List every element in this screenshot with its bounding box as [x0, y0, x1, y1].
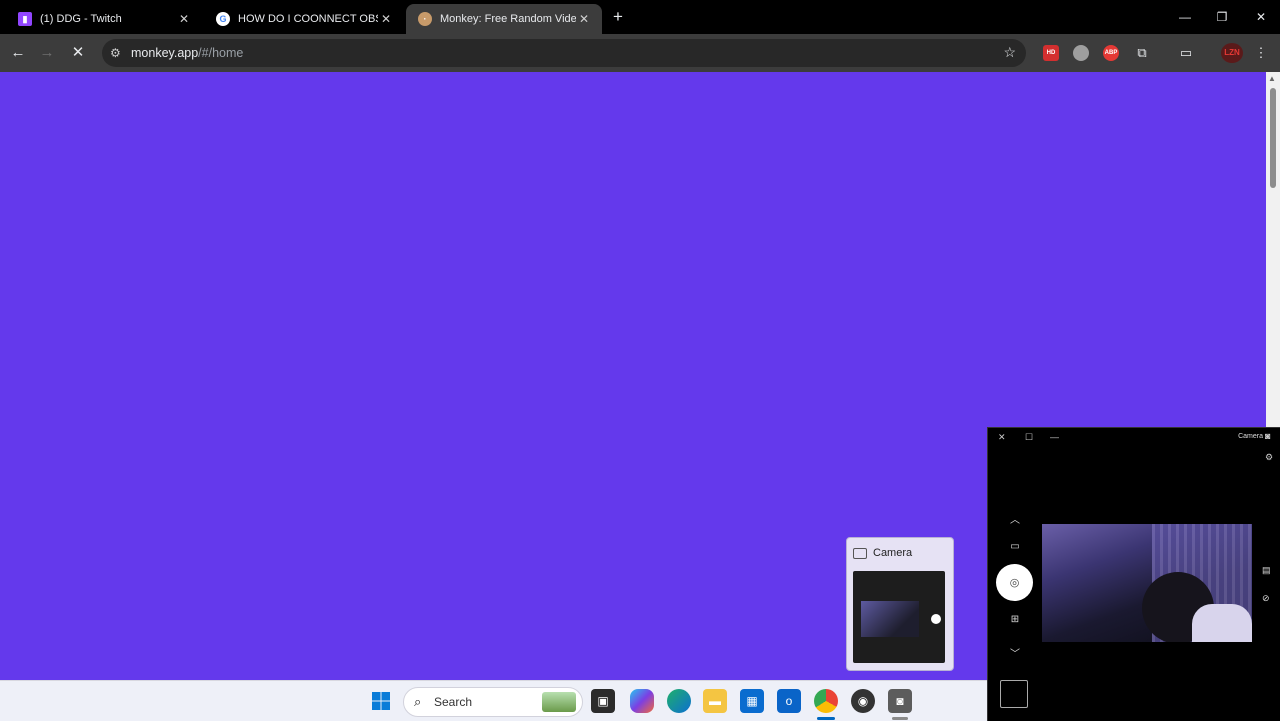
address-url[interactable]: monkey.app/#/home: [131, 46, 243, 60]
camera-app-icon: ◙: [1265, 431, 1271, 441]
adblock-extension-icon[interactable]: ABP: [1103, 45, 1119, 61]
camera-preview-popup[interactable]: Camera: [846, 537, 954, 671]
url-path: /#/home: [198, 46, 244, 60]
google-icon: G: [216, 12, 230, 26]
tab-title: HOW DO I COONNECT OBS STI: [238, 13, 378, 25]
search-placeholder: Search: [434, 695, 473, 709]
camera-off-icon[interactable]: ⊘: [1262, 593, 1270, 604]
camera-icon: ◎: [1009, 577, 1020, 589]
close-icon[interactable]: ✕: [576, 12, 592, 26]
outlook-icon[interactable]: o: [777, 689, 801, 713]
close-icon[interactable]: ✕: [378, 12, 394, 26]
scrollbar-thumb[interactable]: [1270, 88, 1276, 188]
restore-icon[interactable]: ❐: [1209, 6, 1235, 28]
edge-icon[interactable]: [667, 689, 691, 713]
hd-extension-icon[interactable]: HD: [1043, 45, 1059, 61]
chevron-down-icon[interactable]: ﹀: [1008, 645, 1022, 660]
camera-window-title: Camera: [1238, 433, 1263, 440]
new-tab-button[interactable]: +: [608, 7, 628, 27]
tab-title: Monkey: Free Random Video C: [440, 13, 576, 25]
minimize-icon[interactable]: —: [1172, 6, 1198, 28]
site-settings-icon[interactable]: ⚙: [110, 46, 121, 60]
twitch-icon: ▮: [18, 12, 32, 26]
preview-video: [861, 601, 919, 637]
preview-shutter: [931, 614, 941, 624]
photo-shutter-button[interactable]: ◎: [996, 564, 1033, 601]
camera-window: ✕ ☐ — Camera ◙ ⚙ ︿ ▭ ◎ ⊞ ﹀ ▤ ⊘: [987, 427, 1280, 721]
menu-kebab-icon[interactable]: ⋮: [1251, 43, 1271, 63]
qr-scan-icon[interactable]: ⊞: [1008, 614, 1022, 625]
framing-icon[interactable]: ▤: [1262, 565, 1271, 576]
camera-preview-thumbnail[interactable]: [853, 571, 945, 663]
cast-search-icon[interactable]: ▭: [1176, 43, 1196, 63]
url-host: monkey.app: [131, 46, 199, 60]
extensions-puzzle-icon[interactable]: ⧉: [1132, 43, 1152, 63]
tab-monkey[interactable]: · Monkey: Free Random Video C ✕: [406, 4, 602, 34]
address-bar[interactable]: ⚙ monkey.app/#/home ☆: [102, 39, 1026, 67]
copilot-icon[interactable]: [630, 689, 654, 713]
search-icon: ⌕: [414, 694, 422, 709]
video-mode-icon[interactable]: ▭: [1008, 541, 1022, 552]
forward-arrow-icon[interactable]: →: [37, 43, 57, 63]
obs-studio-icon[interactable]: ◉: [851, 689, 875, 713]
tab-twitch[interactable]: ▮ (1) DDG - Twitch ✕: [6, 4, 202, 34]
tab-google[interactable]: G HOW DO I COONNECT OBS STI ✕: [204, 4, 404, 34]
gallery-thumbnail[interactable]: [1000, 680, 1028, 708]
search-highlight-image: [542, 692, 576, 712]
camera-viewfinder: [1042, 524, 1252, 642]
settings-gear-icon[interactable]: ⚙: [1265, 452, 1273, 463]
stop-loading-icon[interactable]: ✕: [68, 43, 88, 63]
chrome-icon[interactable]: [814, 689, 838, 713]
camera-app-icon[interactable]: ◙: [888, 689, 912, 713]
taskbar-search[interactable]: ⌕ Search: [403, 687, 583, 717]
chevron-up-icon[interactable]: ︿: [1008, 511, 1022, 526]
camera-preview-title: Camera: [873, 547, 913, 559]
profile-avatar[interactable]: LZN: [1221, 43, 1243, 63]
taskbar: ⌕ Search ▣ ▬ ▦ o ◉ ◙: [0, 680, 987, 721]
maximize-icon[interactable]: ☐: [1025, 432, 1033, 443]
file-explorer-icon[interactable]: ▬: [703, 689, 727, 713]
tab-strip: ▮ (1) DDG - Twitch ✕ G HOW DO I COONNECT…: [0, 0, 1280, 34]
scroll-up-arrow-icon[interactable]: ▲: [1268, 74, 1276, 83]
circle-extension-icon[interactable]: [1073, 45, 1089, 61]
close-icon[interactable]: ✕: [998, 432, 1006, 443]
bookmark-star-icon[interactable]: ☆: [1003, 44, 1016, 61]
tab-title: (1) DDG - Twitch: [40, 13, 122, 25]
close-icon[interactable]: ✕: [176, 12, 192, 26]
windows-start-icon[interactable]: [369, 689, 393, 713]
person-shirt: [1192, 604, 1252, 642]
back-arrow-icon[interactable]: ←: [8, 43, 28, 63]
task-view-icon[interactable]: ▣: [591, 689, 615, 713]
browser-toolbar: ← → ✕ ⚙ monkey.app/#/home ☆ HD ABP ⧉ ▭ L…: [0, 34, 1280, 72]
close-window-icon[interactable]: ✕: [1248, 6, 1274, 28]
microsoft-store-icon[interactable]: ▦: [740, 689, 764, 713]
camera-preview-header: Camera: [853, 547, 912, 559]
minimize-icon[interactable]: —: [1050, 432, 1059, 442]
camera-icon: [853, 547, 867, 559]
monkey-icon: ·: [418, 12, 432, 26]
